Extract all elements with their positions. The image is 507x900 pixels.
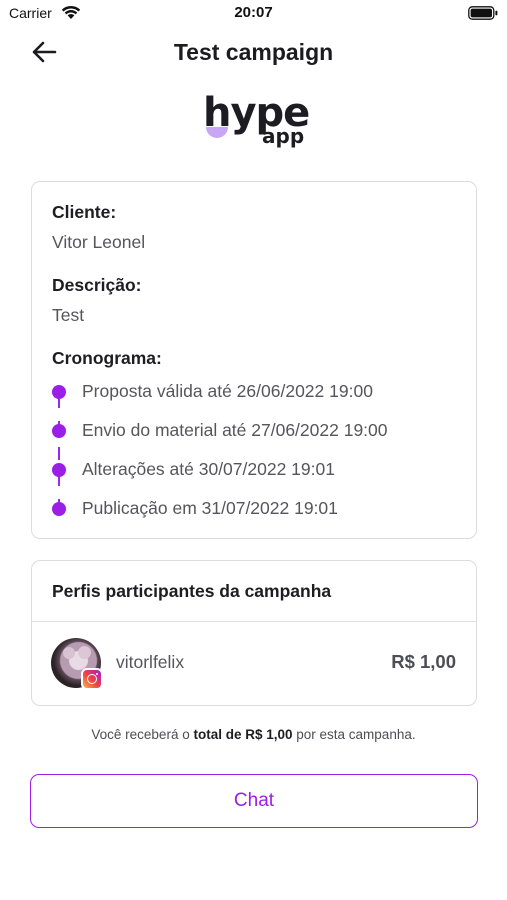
- earnings-note: Você receberá o total de R$ 1,00 por est…: [0, 727, 507, 742]
- timeline-text: Envio do material até 27/06/2022 19:00: [82, 420, 388, 440]
- schedule-timeline: Proposta válida até 26/06/2022 19:00 Env…: [52, 381, 472, 531]
- description-label: Descrição:: [52, 275, 142, 295]
- profile-row[interactable]: vitorlfelix R$ 1,00: [32, 622, 476, 706]
- timeline-dot: [52, 502, 66, 516]
- timeline-text: Proposta válida até 26/06/2022 19:00: [82, 381, 373, 401]
- note-prefix: Você receberá o: [91, 727, 194, 742]
- logo-smile-icon: [206, 127, 228, 138]
- timeline-item: Proposta válida até 26/06/2022 19:00: [52, 381, 472, 403]
- logo-sub: app: [262, 124, 305, 148]
- participant-profiles-card: Perfis participantes da campanha vitorlf…: [31, 560, 477, 706]
- page-title: Test campaign: [173, 39, 334, 65]
- navigation-bar: Test campaign: [0, 32, 507, 76]
- timeline-item: Publicação em 31/07/2022 19:01: [52, 498, 472, 520]
- schedule-label: Cronograma:: [52, 348, 162, 368]
- timeline-connector: [58, 395, 60, 513]
- client-value: Vitor Leonel: [52, 232, 146, 252]
- profile-price: R$ 1,00: [391, 651, 456, 672]
- note-total: total de R$ 1,00: [193, 727, 293, 742]
- client-label: Cliente:: [52, 202, 117, 222]
- battery-icon: [468, 6, 498, 20]
- timeline-item: Envio do material até 27/06/2022 19:00: [52, 420, 472, 442]
- chat-button[interactable]: Chat: [30, 774, 478, 828]
- status-bar: Carrier 20:07: [0, 0, 507, 28]
- campaign-info-card: Cliente: Vitor Leonel Descrição: Test Cr…: [31, 181, 477, 539]
- profile-username: vitorlfelix: [116, 652, 185, 672]
- hype-app-logo: hype app: [203, 90, 313, 154]
- timeline-dot: [52, 424, 66, 438]
- timeline-item: Alterações até 30/07/2022 19:01: [52, 459, 472, 481]
- description-value: Test: [52, 305, 85, 325]
- instagram-icon: [81, 668, 103, 690]
- note-suffix: por esta campanha.: [292, 727, 416, 742]
- profiles-title: Perfis participantes da campanha: [52, 581, 332, 601]
- clock: 20:07: [234, 4, 273, 21]
- timeline-text: Alterações até 30/07/2022 19:01: [82, 459, 335, 479]
- timeline-dot: [52, 385, 66, 399]
- timeline-text: Publicação em 31/07/2022 19:01: [82, 498, 338, 518]
- timeline-dot: [52, 463, 66, 477]
